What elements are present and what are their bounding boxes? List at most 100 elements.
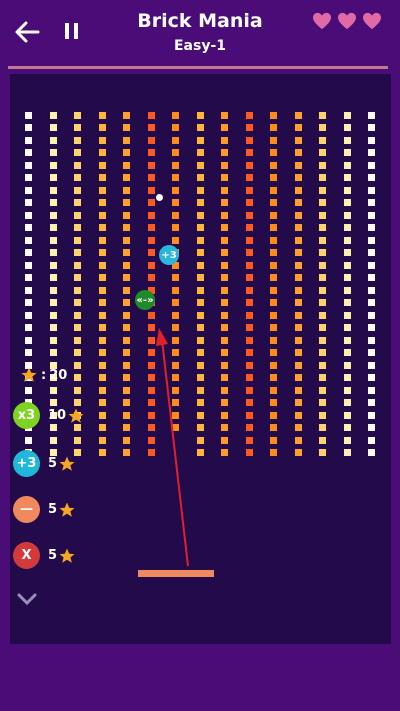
brick bbox=[123, 249, 130, 256]
brick bbox=[49, 337, 57, 344]
brick bbox=[172, 162, 179, 169]
brick bbox=[319, 437, 326, 444]
brick bbox=[319, 299, 326, 306]
brick bbox=[74, 174, 81, 181]
game-board[interactable]: +3 «-» : 20 x3 10 +3 5 — 5 X 5 bbox=[10, 74, 391, 644]
brick bbox=[245, 287, 253, 294]
brick bbox=[196, 212, 204, 219]
brick bbox=[294, 362, 302, 369]
brick bbox=[343, 212, 351, 219]
shop-item-times3[interactable]: x3 10 bbox=[13, 402, 85, 429]
star-icon bbox=[59, 548, 75, 563]
brick bbox=[294, 412, 302, 419]
brick bbox=[319, 112, 326, 119]
brick bbox=[147, 312, 155, 319]
brick bbox=[270, 199, 277, 206]
brick bbox=[123, 274, 130, 281]
heart-icon bbox=[338, 12, 356, 30]
brick bbox=[196, 249, 204, 256]
brick bbox=[343, 337, 351, 344]
paddle[interactable] bbox=[138, 570, 214, 577]
brick bbox=[49, 299, 57, 306]
brick bbox=[123, 137, 130, 144]
brick bbox=[25, 124, 32, 131]
brick bbox=[196, 199, 204, 206]
brick bbox=[245, 249, 253, 256]
brick bbox=[343, 124, 351, 131]
plus3-icon: +3 bbox=[13, 450, 40, 477]
brick bbox=[196, 287, 204, 294]
brick bbox=[343, 424, 351, 431]
brick bbox=[270, 212, 277, 219]
brick bbox=[368, 349, 375, 356]
brick bbox=[49, 187, 57, 194]
brick bbox=[25, 237, 32, 244]
shop-item-plus3[interactable]: +3 5 bbox=[13, 450, 76, 477]
brick bbox=[74, 137, 81, 144]
brick bbox=[147, 137, 155, 144]
brick bbox=[245, 237, 253, 244]
brick bbox=[25, 212, 32, 219]
brick bbox=[343, 349, 351, 356]
brick bbox=[245, 337, 253, 344]
stars-counter: : 20 bbox=[20, 366, 67, 384]
stars-separator: : bbox=[41, 367, 47, 383]
brick bbox=[196, 112, 204, 119]
brick bbox=[25, 299, 32, 306]
brick bbox=[343, 274, 351, 281]
brick bbox=[49, 349, 57, 356]
price: 10 bbox=[48, 408, 67, 423]
brick bbox=[270, 287, 277, 294]
brick bbox=[245, 187, 253, 194]
brick bbox=[74, 387, 81, 394]
brick bbox=[74, 337, 81, 344]
brick bbox=[123, 187, 130, 194]
shop-item-close[interactable]: X 5 bbox=[13, 542, 76, 569]
brick bbox=[294, 212, 302, 219]
close-x-icon: X bbox=[13, 542, 40, 569]
brick bbox=[294, 274, 302, 281]
ball bbox=[156, 194, 163, 201]
brick bbox=[221, 224, 228, 231]
brick bbox=[172, 187, 179, 194]
brick bbox=[147, 174, 155, 181]
brick bbox=[270, 324, 277, 331]
brick bbox=[98, 124, 106, 131]
brick bbox=[319, 287, 326, 294]
brick bbox=[98, 112, 106, 119]
brick bbox=[25, 249, 32, 256]
shop-item-minus[interactable]: — 5 bbox=[13, 496, 76, 523]
brick bbox=[319, 412, 326, 419]
brick bbox=[245, 387, 253, 394]
brick bbox=[147, 274, 155, 281]
brick bbox=[368, 337, 375, 344]
chevron-down-icon[interactable] bbox=[16, 592, 38, 606]
brick bbox=[368, 137, 375, 144]
brick bbox=[245, 199, 253, 206]
brick bbox=[123, 212, 130, 219]
brick bbox=[147, 112, 155, 119]
brick bbox=[49, 312, 57, 319]
brick bbox=[319, 387, 326, 394]
brick bbox=[319, 199, 326, 206]
header-divider bbox=[8, 66, 388, 69]
brick bbox=[98, 137, 106, 144]
brick bbox=[368, 312, 375, 319]
brick bbox=[74, 287, 81, 294]
brick bbox=[245, 212, 253, 219]
brick bbox=[245, 112, 253, 119]
brick bbox=[196, 312, 204, 319]
brick bbox=[294, 374, 302, 381]
brick bbox=[221, 449, 228, 456]
brick bbox=[245, 274, 253, 281]
brick bbox=[25, 224, 32, 231]
brick bbox=[368, 162, 375, 169]
brick bbox=[221, 312, 228, 319]
brick bbox=[368, 437, 375, 444]
price: 5 bbox=[48, 548, 58, 563]
brick bbox=[74, 124, 81, 131]
brick bbox=[98, 449, 106, 456]
brick bbox=[74, 162, 81, 169]
brick bbox=[368, 299, 375, 306]
brick bbox=[368, 387, 375, 394]
